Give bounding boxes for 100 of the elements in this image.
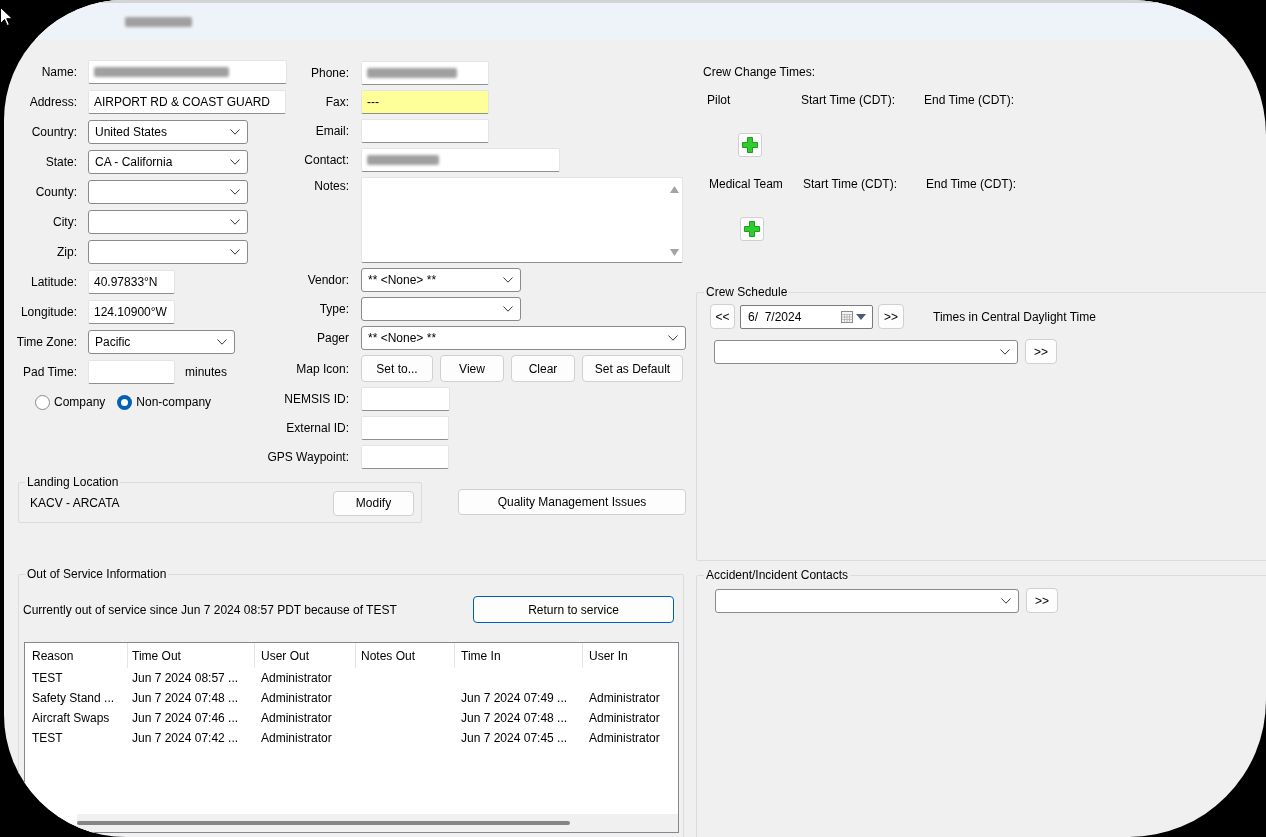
column-header[interactable]: Notes Out [355,643,454,668]
table-cell: Jun 7 2024 07:49 ... [461,691,568,705]
dropdown[interactable] [88,210,248,234]
field-label: Longitude: [20,305,77,319]
unit-label: minutes [185,365,228,379]
radio-option[interactable]: Non-company [117,394,212,410]
chevron-down-icon [1001,597,1011,604]
chevron-down-icon [230,129,240,135]
text-field[interactable]: 124.10900°W [88,300,175,324]
radio-option[interactable]: Company [35,394,106,410]
group-title: Landing Location [26,475,120,489]
field-label: Type: [319,302,349,316]
button[interactable]: Modify [333,490,414,516]
caret-down-icon [856,313,866,320]
text-field[interactable]: AIRPORT RD & COAST GUARD [88,90,286,114]
column-header[interactable]: Time Out [127,643,254,668]
table-cell: Administrator [261,731,332,745]
text-field[interactable]: --- [361,90,489,114]
button[interactable]: >> [1025,339,1057,364]
dropdown[interactable] [361,297,521,321]
button[interactable]: Clear [511,355,575,382]
group-title: Accident/Incident Contacts [705,568,850,582]
column-label: Start Time (CDT): [801,93,895,107]
column-header[interactable]: User In [582,643,678,668]
text-field[interactable] [88,60,287,84]
group-title: Crew Schedule [705,285,789,299]
group-label: Pilot [707,93,731,107]
chevron-down-icon [230,249,240,255]
table-cell: Jun 7 2024 07:45 ... [461,731,568,745]
field-label: Vendor: [307,273,349,287]
text-field[interactable] [88,360,175,384]
table-cell: Jun 7 2024 07:46 ... [132,711,239,725]
dropdown[interactable]: CA - California [88,150,248,174]
button[interactable]: View [440,355,504,382]
chevron-down-icon [230,159,240,165]
field-label: NEMSIS ID: [284,392,349,406]
dropdown[interactable]: United States [88,120,248,144]
group-title: Out of Service Information [26,567,168,581]
text-field[interactable] [361,119,489,143]
field-label: Zip: [57,245,77,259]
chevron-down-icon [1000,348,1010,355]
add-button[interactable] [738,133,762,157]
column-label: End Time (CDT): [924,93,1014,107]
field-label: City: [53,215,77,229]
field-label: Contact: [304,153,349,167]
scroll-down-arrow-icon [669,249,679,256]
field-label: Notes: [314,179,349,193]
field-label: External ID: [286,421,349,435]
field-label: Time Zone: [16,335,77,349]
dropdown[interactable] [88,240,248,264]
table-cell: Jun 7 2024 08:57 ... [132,671,239,685]
plus-icon [742,137,758,153]
add-button[interactable] [740,217,764,241]
table-cell: Administrator [589,711,660,725]
table-cell: Administrator [589,731,660,745]
dropdown[interactable]: Pacific [88,330,235,354]
text-field[interactable] [361,387,450,411]
scroll-up-arrow-icon [669,186,679,193]
table-cell: Administrator [261,711,332,725]
dropdown[interactable] [714,339,1018,364]
button[interactable]: Return to service [473,596,674,623]
dropdown[interactable]: ** <None> ** [361,268,521,292]
field-label: Pager [316,331,349,345]
button[interactable]: >> [1026,588,1058,613]
button[interactable]: << [710,304,735,329]
table-cell: TEST [32,671,63,685]
column-header[interactable]: Time In [454,643,582,668]
dropdown[interactable] [88,180,248,204]
text-field[interactable] [361,148,560,172]
timezone-note: Times in Central Daylight Time [933,309,1096,324]
column-header[interactable]: Reason [25,643,127,668]
horizontal-scrollbar[interactable] [77,814,678,832]
field-label: Fax: [325,95,349,109]
chevron-down-icon [230,189,240,195]
dropdown[interactable] [715,588,1019,613]
text-field[interactable] [361,61,489,85]
table-cell: Jun 7 2024 07:42 ... [132,731,239,745]
scrollbar-thumb[interactable] [77,821,570,825]
field-label: Address: [29,95,77,109]
column-label: Start Time (CDT): [803,177,897,191]
text-field[interactable] [361,445,449,469]
button[interactable]: >> [878,304,904,329]
field-label: Phone: [310,66,349,80]
chevron-down-icon [503,277,513,283]
field-label: Name: [41,65,77,79]
column-header[interactable]: User Out [254,643,355,668]
text-field[interactable]: 40.97833°N [88,270,175,294]
field-label: Pad Time: [22,365,77,379]
field-label: Email: [315,124,349,138]
button[interactable]: Quality Management Issues [458,489,686,515]
dropdown[interactable]: ** <None> ** [361,326,686,350]
calendar-icon [841,310,853,323]
location-value: KACV - ARCATA [30,496,120,510]
chevron-down-icon [668,335,678,341]
field-label: State: [45,155,77,169]
button[interactable]: Set as Default [582,355,683,382]
field-label: GPS Waypoint: [267,450,349,464]
button[interactable]: Set to... [361,355,433,382]
text-field[interactable] [361,416,449,440]
date-field[interactable]: 6/ 7/2024 [740,304,873,329]
